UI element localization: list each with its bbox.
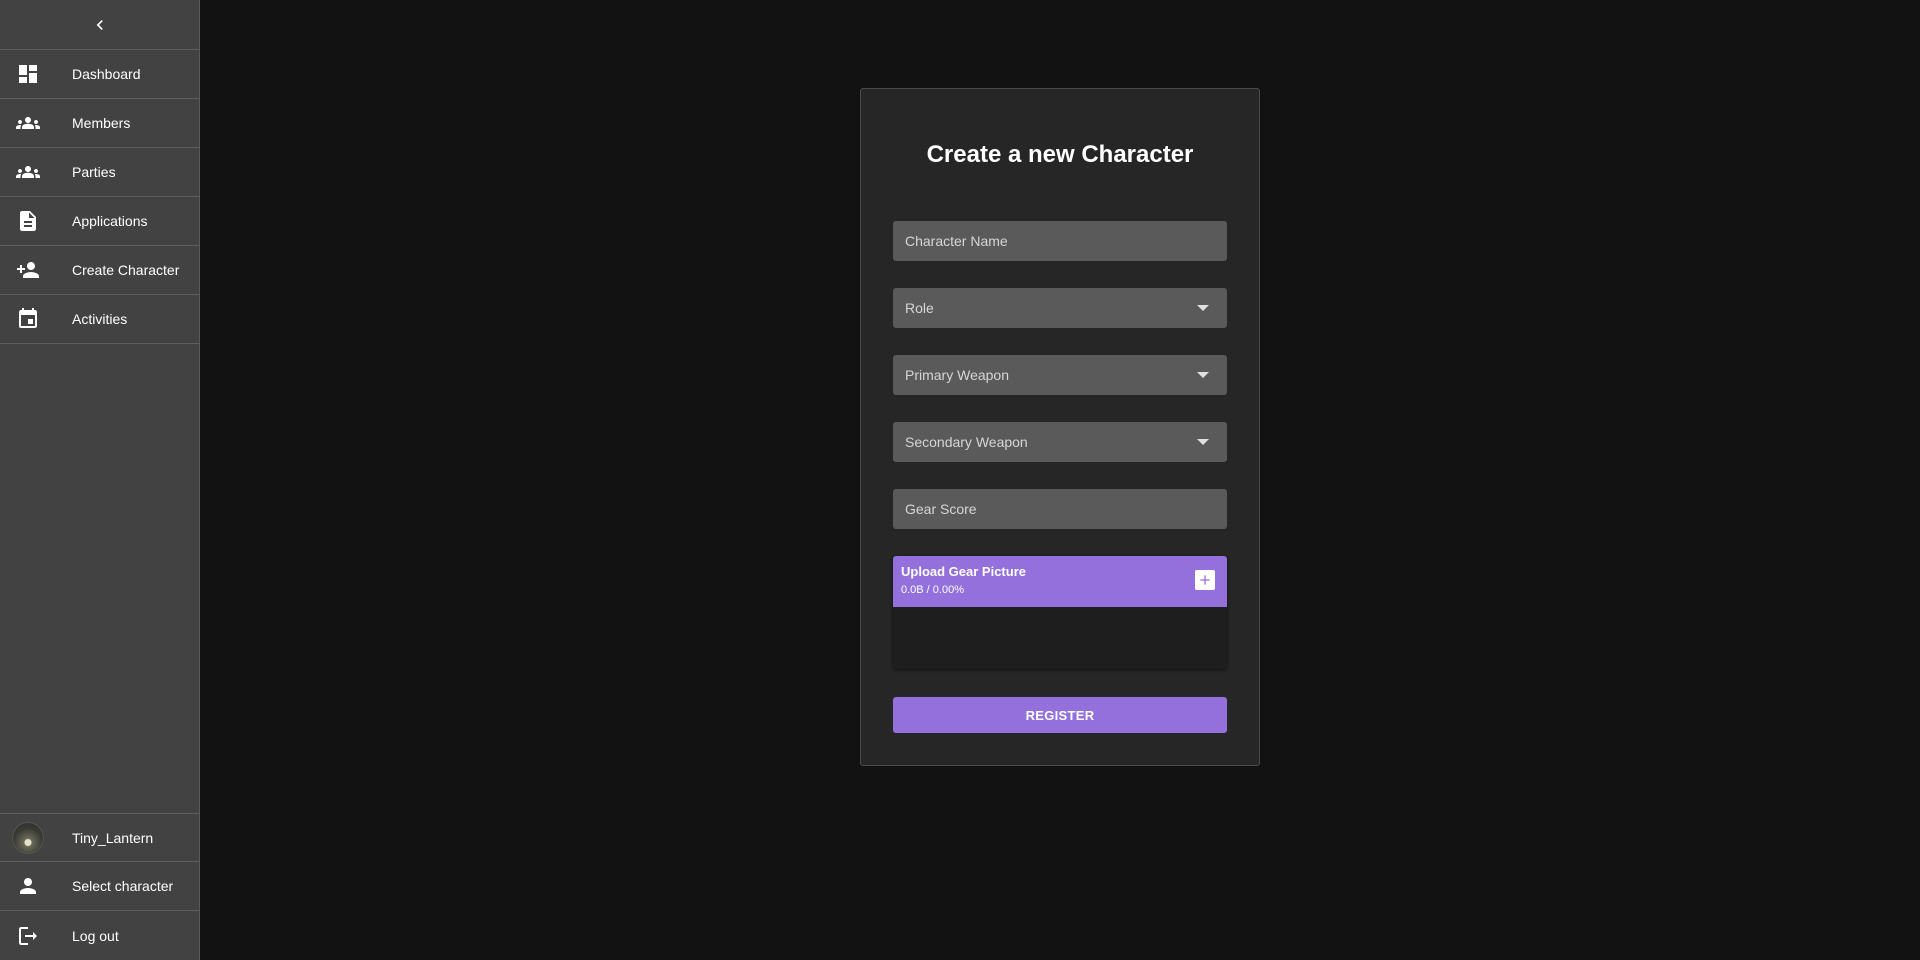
sidebar: Dashboard Members Parties Applications C [0,0,200,960]
chevron-left-icon [96,19,103,30]
role-select[interactable]: Role [893,288,1227,328]
sidebar-item-label: Log out [72,927,119,944]
secondary-weapon-placeholder: Secondary Weapon [905,434,1028,450]
upload-title: Upload Gear Picture [901,564,1026,579]
chevron-down-icon [1197,372,1209,378]
sidebar-item-label: Members [72,115,131,131]
person-icon [0,874,56,898]
gear-score-input[interactable] [905,501,1215,517]
person-add-icon [0,258,56,282]
sidebar-bottom: Tiny_Lantern Select character Log out [0,813,199,960]
sidebar-item-label: Dashboard [72,66,141,82]
sidebar-item-select-character[interactable]: Select character [0,862,199,911]
sidebar-item-members[interactable]: Members [0,99,199,148]
sidebar-item-parties[interactable]: Parties [0,148,199,197]
sidebar-item-user[interactable]: Tiny_Lantern [0,813,199,862]
dashboard-icon [0,62,56,86]
upload-header: Upload Gear Picture 0.0B / 0.00% [893,556,1227,607]
document-icon [0,209,56,233]
group-icon [0,111,56,135]
upload-add-button[interactable] [1195,570,1215,590]
chevron-down-icon [1197,305,1209,311]
avatar-wrapper [0,821,56,854]
create-character-card: Create a new Character Role Primary Weap… [860,88,1260,766]
sidebar-item-logout[interactable]: Log out [0,911,199,960]
sidebar-item-label: Activities [72,311,128,327]
sidebar-item-dashboard[interactable]: Dashboard [0,50,199,99]
calendar-icon [0,307,56,331]
groups-icon [0,160,56,184]
sidebar-item-label: Parties [72,164,116,180]
plus-icon [1200,575,1210,585]
sidebar-item-label: Create Character [72,262,180,278]
avatar [12,821,44,854]
register-button[interactable]: REGISTER [893,697,1227,733]
gear-score-field[interactable] [893,489,1227,529]
sidebar-item-applications[interactable]: Applications [0,197,199,246]
collapse-sidebar-button[interactable] [0,0,199,50]
gear-picture-upload[interactable]: Upload Gear Picture 0.0B / 0.00% [893,556,1227,669]
app-root: Dashboard Members Parties Applications C [0,0,1920,960]
role-select-placeholder: Role [905,300,934,316]
sidebar-item-label: Select character [72,878,174,894]
primary-weapon-placeholder: Primary Weapon [905,367,1010,383]
page-title: Create a new Character [926,141,1194,168]
upload-status: 0.0B / 0.00% [901,584,964,596]
character-name-input[interactable] [905,233,1215,249]
sidebar-item-create-character[interactable]: Create Character [0,246,199,295]
sidebar-item-label: Tiny_Lantern [72,829,154,846]
upload-text: Upload Gear Picture 0.0B / 0.00% [901,564,1026,596]
chevron-down-icon [1197,439,1209,445]
primary-weapon-select[interactable]: Primary Weapon [893,355,1227,395]
sidebar-item-activities[interactable]: Activities [0,295,199,344]
secondary-weapon-select[interactable]: Secondary Weapon [893,422,1227,462]
upload-drop-area[interactable] [893,607,1227,669]
logout-icon [0,924,56,948]
character-name-field[interactable] [893,221,1227,261]
sidebar-item-label: Applications [72,213,148,229]
